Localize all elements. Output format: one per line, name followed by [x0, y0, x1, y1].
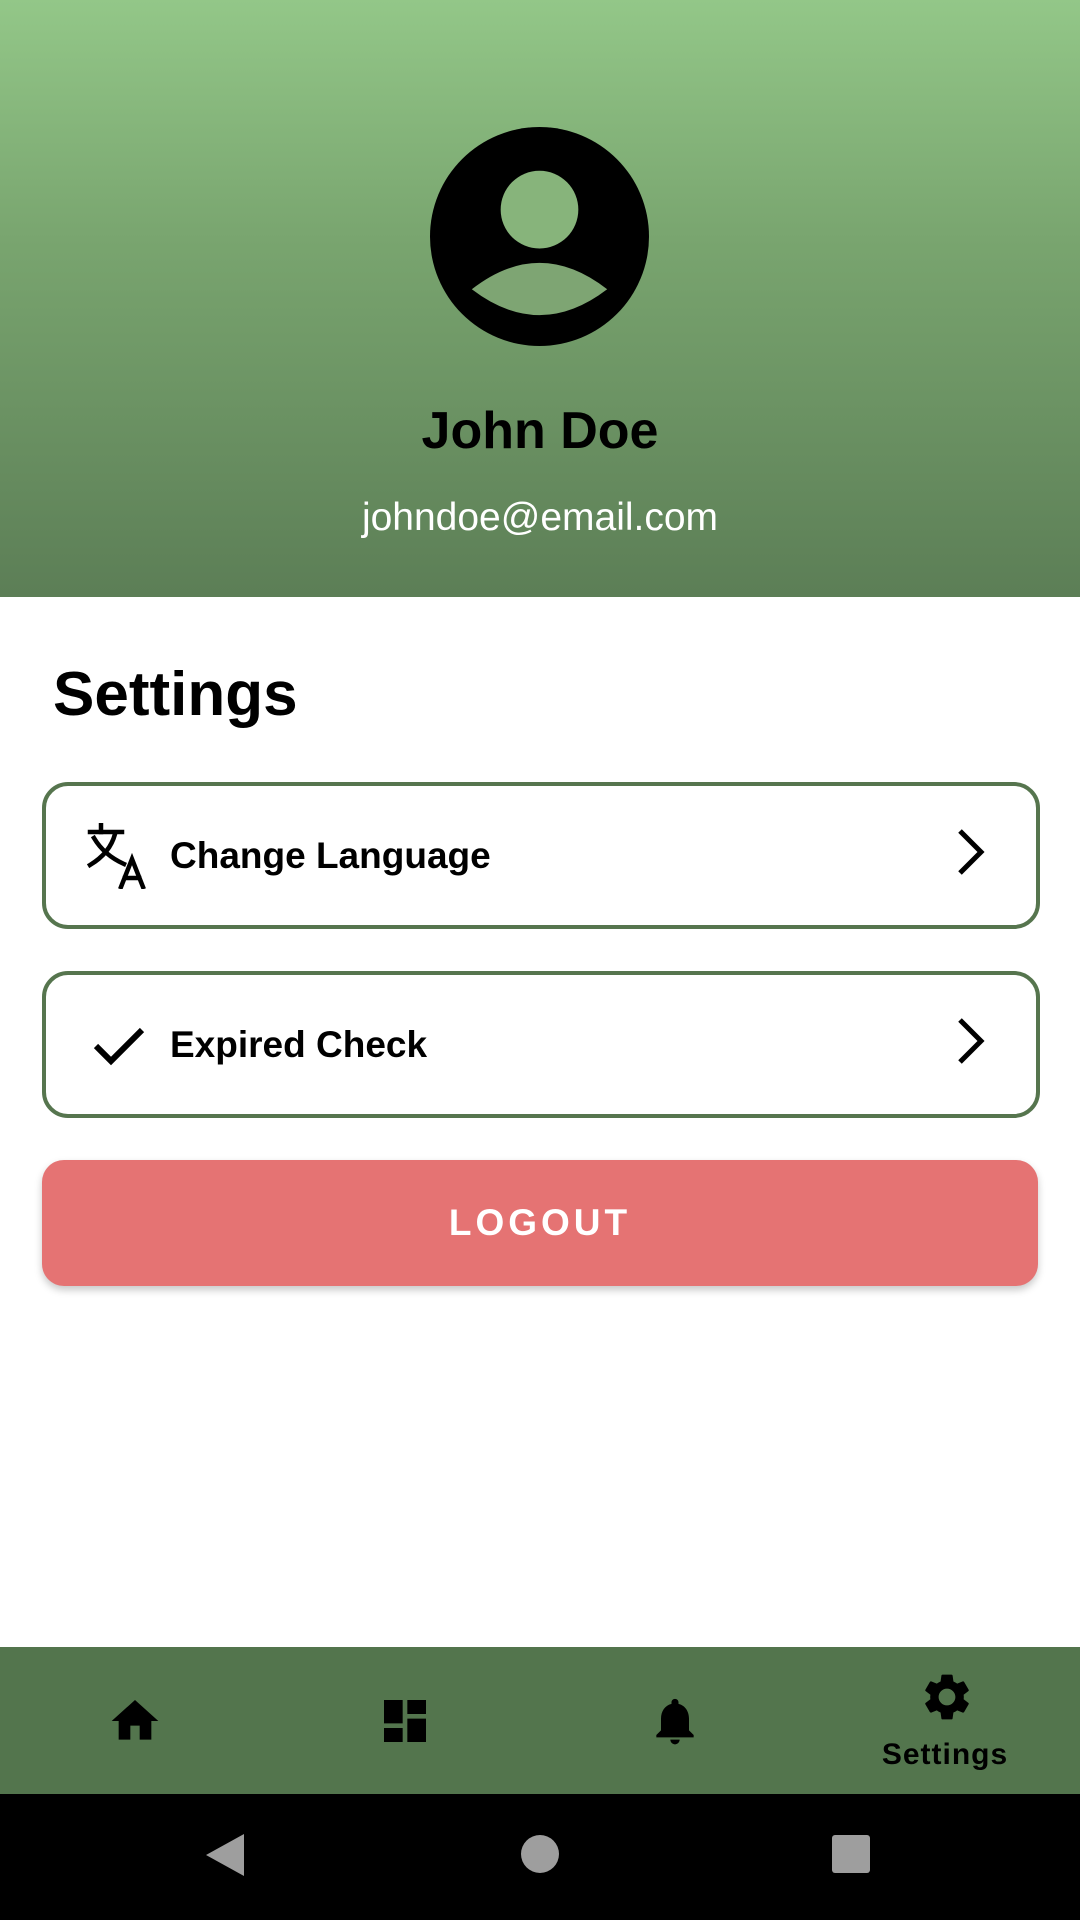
nav-item-settings[interactable]: Settings: [810, 1647, 1080, 1794]
profile-header: John Doe johndoe@email.com: [0, 0, 1080, 597]
recents-icon[interactable]: [831, 1834, 871, 1874]
chevron-right-icon: [944, 1015, 996, 1067]
home-icon: [111, 1700, 159, 1740]
bottom-navigation: Settings: [0, 1647, 1080, 1794]
change-language-item[interactable]: Change Language: [42, 782, 1040, 929]
settings-screen: John Doe johndoe@email.com Settings Chan…: [0, 0, 1080, 1920]
system-navigation-bar: [0, 1794, 1080, 1920]
back-icon[interactable]: [204, 1832, 246, 1878]
home-circle-icon[interactable]: [519, 1833, 561, 1875]
user-email: johndoe@email.com: [361, 496, 719, 539]
gear-icon: [925, 1674, 969, 1720]
dashboard-icon: [384, 1700, 426, 1742]
change-language-label: Change Language: [170, 835, 491, 876]
chevron-right-icon: [944, 826, 996, 878]
account-circle-icon: [430, 127, 649, 346]
translate-icon: [86, 823, 152, 889]
logout-button[interactable]: LOGOUT: [42, 1160, 1038, 1286]
expired-check-item[interactable]: Expired Check: [42, 971, 1040, 1118]
avatar: [430, 127, 649, 346]
check-icon: [86, 1012, 152, 1078]
page-title: Settings: [53, 660, 298, 729]
expired-check-label: Expired Check: [170, 1024, 428, 1065]
nav-item-dashboard[interactable]: [270, 1647, 540, 1794]
nav-item-home[interactable]: [0, 1647, 270, 1794]
user-name: John Doe: [421, 402, 659, 460]
nav-label-settings: Settings: [881, 1738, 1009, 1771]
bell-icon: [656, 1698, 694, 1745]
nav-item-notifications[interactable]: [540, 1647, 810, 1794]
